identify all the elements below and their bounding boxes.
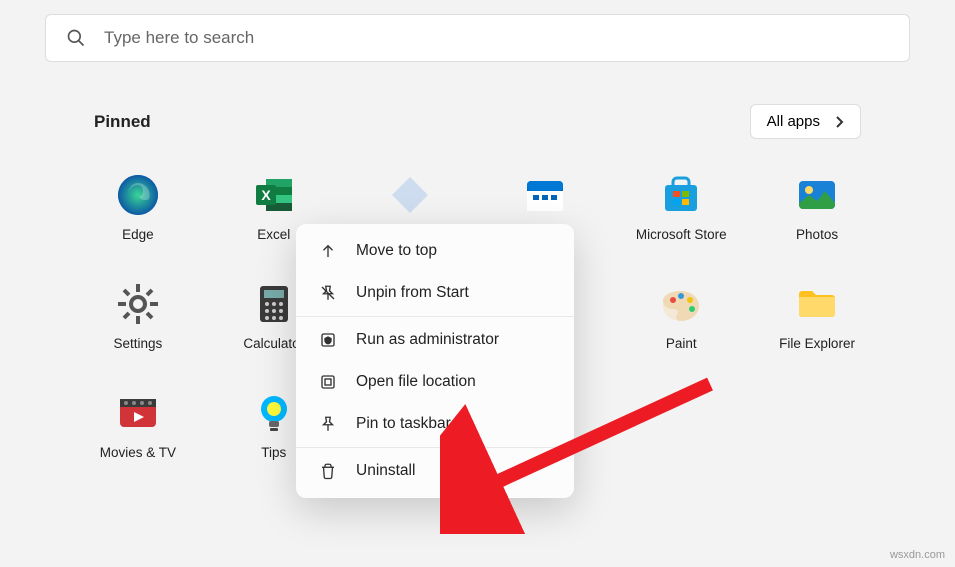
- folder-icon: [795, 282, 839, 326]
- menu-pin-to-taskbar[interactable]: Pin to taskbar: [296, 403, 574, 445]
- app-microsoft-store[interactable]: Microsoft Store: [613, 163, 749, 252]
- menu-label: Uninstall: [356, 462, 415, 480]
- edge-icon: [116, 173, 160, 217]
- shield-icon: [318, 330, 338, 350]
- all-apps-button[interactable]: All apps: [750, 104, 861, 139]
- menu-label: Move to top: [356, 242, 437, 260]
- arrow-up-icon: [318, 241, 338, 261]
- app-label: Microsoft Store: [636, 227, 727, 242]
- menu-uninstall[interactable]: Uninstall: [296, 450, 574, 492]
- app-movies-tv[interactable]: Movies & TV: [70, 381, 206, 470]
- menu-divider: [296, 447, 574, 448]
- menu-open-file-location[interactable]: Open file location: [296, 361, 574, 403]
- app-label: Paint: [666, 336, 697, 351]
- pin-icon: [318, 414, 338, 434]
- menu-run-as-administrator[interactable]: Run as administrator: [296, 319, 574, 361]
- watermark: wsxdn.com: [890, 549, 945, 561]
- app-edge[interactable]: Edge: [70, 163, 206, 252]
- unpin-icon: [318, 283, 338, 303]
- app-settings[interactable]: Settings: [70, 272, 206, 361]
- hidden-icon: [388, 173, 432, 217]
- file-location-icon: [318, 372, 338, 392]
- app-label: File Explorer: [779, 336, 855, 351]
- app-label: Settings: [114, 336, 163, 351]
- menu-label: Unpin from Start: [356, 284, 469, 302]
- app-label: Photos: [796, 227, 838, 242]
- app-label: Calculator: [243, 336, 304, 351]
- search-bar[interactable]: Type here to search: [45, 14, 910, 62]
- trash-icon: [318, 461, 338, 481]
- menu-unpin-from-start[interactable]: Unpin from Start: [296, 272, 574, 314]
- app-photos[interactable]: Photos: [749, 163, 885, 252]
- menu-divider: [296, 316, 574, 317]
- paint-icon: [659, 282, 703, 326]
- menu-label: Pin to taskbar: [356, 415, 451, 433]
- calculator-icon: [252, 282, 296, 326]
- movies-icon: [116, 391, 160, 435]
- chevron-right-icon: [834, 115, 844, 129]
- calendar-icon: [523, 173, 567, 217]
- tips-icon: [252, 391, 296, 435]
- all-apps-label: All apps: [767, 113, 820, 130]
- app-label: Excel: [257, 227, 290, 242]
- search-placeholder: Type here to search: [104, 28, 254, 48]
- app-paint[interactable]: Paint: [613, 272, 749, 361]
- excel-icon: X: [252, 173, 296, 217]
- app-file-explorer[interactable]: File Explorer: [749, 272, 885, 361]
- context-menu: Move to top Unpin from Start Run as admi…: [296, 224, 574, 498]
- store-icon: [659, 173, 703, 217]
- app-label: Edge: [122, 227, 154, 242]
- search-icon: [66, 28, 86, 48]
- menu-move-to-top[interactable]: Move to top: [296, 230, 574, 272]
- app-label: Movies & TV: [100, 445, 176, 460]
- photos-icon: [795, 173, 839, 217]
- app-label: Tips: [261, 445, 286, 460]
- pinned-heading: Pinned: [94, 112, 151, 132]
- menu-label: Run as administrator: [356, 331, 499, 349]
- svg-text:X: X: [261, 187, 271, 203]
- settings-icon: [116, 282, 160, 326]
- menu-label: Open file location: [356, 373, 476, 391]
